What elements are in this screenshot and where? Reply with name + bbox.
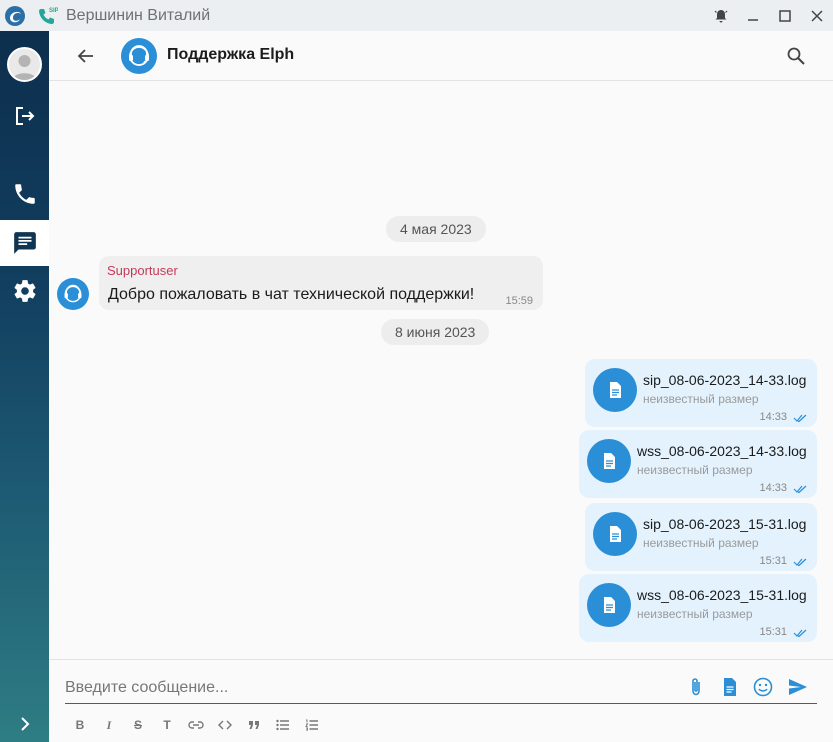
window-title: Вершинин Виталий xyxy=(66,6,211,24)
message-sender[interactable]: Supportuser xyxy=(107,263,178,278)
link-icon[interactable] xyxy=(185,716,207,734)
document-icon[interactable] xyxy=(587,583,631,627)
channel-title: Поддержка Elph xyxy=(167,46,295,63)
file-message[interactable]: sip_08-06-2023_15-31.log неизвестный раз… xyxy=(585,503,817,571)
chat-header: Поддержка Elph xyxy=(49,31,833,81)
bulleted-list-icon[interactable] xyxy=(272,716,294,734)
gear-icon[interactable] xyxy=(0,268,49,314)
italic-icon[interactable]: I xyxy=(98,716,120,734)
document-icon[interactable] xyxy=(593,368,637,412)
double-check-icon xyxy=(793,558,807,567)
message-text: Добро пожаловать в чат технической подде… xyxy=(108,286,475,303)
bell-icon[interactable] xyxy=(705,0,737,31)
headset-icon xyxy=(64,284,82,303)
date-separator: 4 мая 2023 xyxy=(386,216,486,242)
minimize-icon[interactable] xyxy=(737,0,769,31)
back-arrow-icon[interactable] xyxy=(73,43,99,69)
emoji-icon[interactable] xyxy=(752,676,774,698)
channel-avatar[interactable] xyxy=(121,38,157,74)
file-message[interactable]: wss_08-06-2023_14-33.log неизвестный раз… xyxy=(579,430,817,498)
document-icon[interactable] xyxy=(587,439,631,483)
chat-icon[interactable] xyxy=(0,220,49,266)
date-separator: 8 июня 2023 xyxy=(381,319,490,345)
file-name: sip_08-06-2023_14-33.log xyxy=(643,372,807,388)
file-name: sip_08-06-2023_15-31.log xyxy=(643,516,807,532)
avatar[interactable] xyxy=(7,47,42,82)
file-size: неизвестный размер xyxy=(637,607,753,621)
message-composer: B I S T xyxy=(49,659,833,742)
file-size: неизвестный размер xyxy=(637,463,753,477)
file-size: неизвестный размер xyxy=(643,536,759,550)
search-icon[interactable] xyxy=(783,43,809,69)
sidebar xyxy=(0,31,49,742)
double-check-icon xyxy=(793,414,807,423)
message-time: 14:33 xyxy=(759,482,787,494)
double-check-icon xyxy=(793,485,807,494)
message-time: 15:31 xyxy=(759,555,787,567)
close-icon[interactable] xyxy=(801,0,833,31)
paperclip-icon[interactable] xyxy=(685,676,707,698)
file-name: wss_08-06-2023_14-33.log xyxy=(637,443,807,459)
formatting-toolbar: B I S T xyxy=(69,716,330,734)
numbered-list-icon[interactable] xyxy=(301,716,323,734)
svg-text:SIP: SIP xyxy=(49,8,58,14)
phone-icon[interactable] xyxy=(0,171,49,217)
file-size: неизвестный размер xyxy=(643,392,759,406)
window-titlebar: SIP Вершинин Виталий xyxy=(0,0,833,31)
app-logo-icon xyxy=(5,5,25,26)
file-message[interactable]: wss_08-06-2023_15-31.log неизвестный раз… xyxy=(579,574,817,642)
code-icon[interactable] xyxy=(214,716,236,734)
document-icon[interactable] xyxy=(593,512,637,556)
logout-icon[interactable] xyxy=(0,93,49,139)
bold-icon[interactable]: B xyxy=(69,716,91,734)
strikethrough-icon[interactable]: S xyxy=(127,716,149,734)
double-check-icon xyxy=(793,629,807,638)
sip-phone-icon: SIP xyxy=(39,8,58,24)
message-time: 14:33 xyxy=(759,411,787,423)
quote-icon[interactable] xyxy=(243,716,265,734)
file-message[interactable]: sip_08-06-2023_14-33.log неизвестный раз… xyxy=(585,359,817,427)
maximize-icon[interactable] xyxy=(769,0,801,31)
file-name: wss_08-06-2023_15-31.log xyxy=(637,587,807,603)
message-time: 15:31 xyxy=(759,626,787,638)
chevron-right-icon[interactable] xyxy=(0,701,49,742)
send-icon[interactable] xyxy=(787,676,809,698)
headset-icon xyxy=(129,45,149,66)
file-attach-icon[interactable] xyxy=(719,676,741,698)
sender-avatar[interactable] xyxy=(57,278,89,310)
message-time: 15:59 xyxy=(505,295,533,307)
incoming-message[interactable]: Supportuser Добро пожаловать в чат техни… xyxy=(99,256,543,310)
heading-icon[interactable]: T xyxy=(156,716,178,734)
